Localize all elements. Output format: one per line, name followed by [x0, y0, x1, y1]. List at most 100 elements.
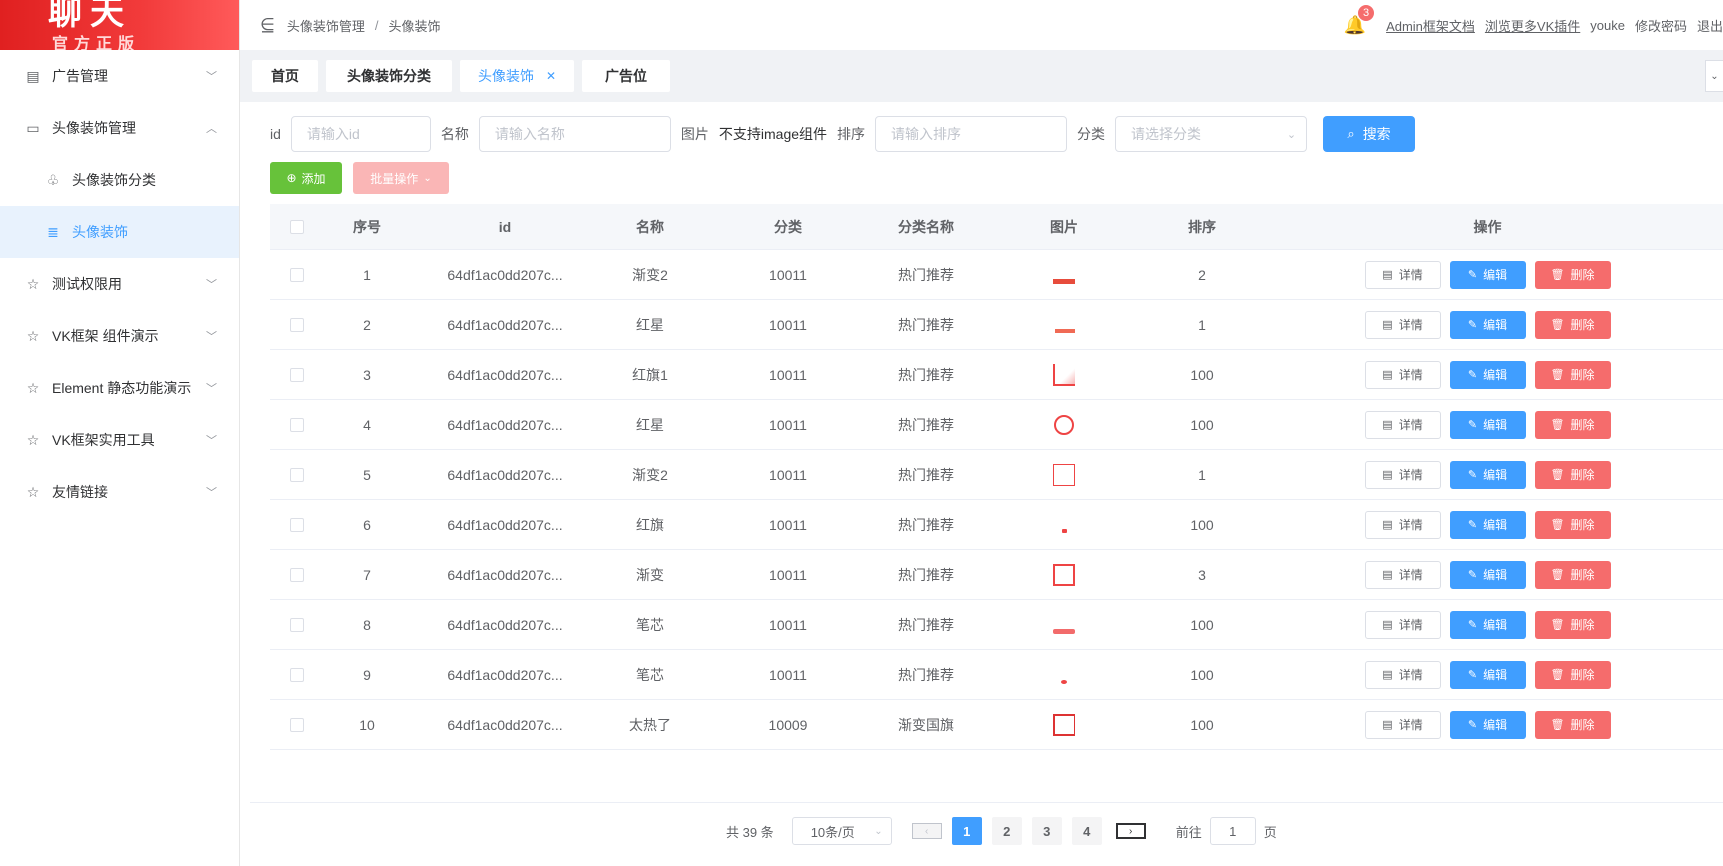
category-select[interactable]: 请选择分类 ⌄ [1115, 116, 1308, 152]
detail-button[interactable]: ▤ 详情 [1364, 260, 1441, 289]
delete-button[interactable]: 🗑 删除 [1534, 460, 1611, 489]
select-all-checkbox[interactable] [290, 219, 304, 234]
sidebar-item[interactable]: ☆ Element 静态功能演示 ﹀ [0, 362, 239, 414]
edit-label: 编辑 [1483, 268, 1508, 282]
edit-button[interactable]: ✎ 编辑 [1449, 710, 1526, 739]
row-checkbox[interactable] [290, 617, 304, 632]
logo[interactable]: 聊天 官方正版 [0, 0, 239, 50]
page-button[interactable]: 3 [1031, 817, 1062, 845]
detail-button[interactable]: ▤ 详情 [1364, 310, 1441, 339]
decoration-thumbnail[interactable] [1053, 414, 1075, 436]
decoration-thumbnail[interactable] [1053, 664, 1075, 686]
decoration-thumbnail[interactable] [1053, 363, 1075, 386]
page-button[interactable]: 1 [951, 817, 982, 845]
column-header: id [498, 218, 512, 235]
tab-ad-slot[interactable]: 广告位 [582, 60, 670, 92]
batch-actions-button[interactable]: 批量操作 ⌄ [353, 162, 449, 194]
decoration-thumbnail[interactable] [1053, 463, 1075, 486]
decoration-thumbnail[interactable] [1053, 264, 1075, 286]
decoration-thumbnail[interactable] [1053, 614, 1075, 636]
delete-button[interactable]: 🗑 删除 [1534, 560, 1611, 589]
sort-input[interactable]: 请输入排序 [875, 116, 1068, 152]
logout-link[interactable]: 退出 [1697, 16, 1723, 35]
edit-button[interactable]: ✎ 编辑 [1449, 410, 1526, 439]
sidebar-item[interactable]: ☆ VK框架实用工具 ﹀ [0, 414, 239, 466]
tab-decoration[interactable]: 头像装饰 ✕ [460, 60, 574, 92]
row-checkbox[interactable] [290, 367, 304, 382]
menu-fold-icon[interactable]: ⋸ [260, 15, 275, 35]
detail-button[interactable]: ▤ 详情 [1364, 510, 1441, 539]
delete-button[interactable]: 🗑 删除 [1534, 610, 1611, 639]
sidebar-item[interactable]: ▭ 头像装饰管理 ︿ [0, 102, 239, 154]
cell-category: 10011 [769, 466, 807, 483]
delete-button[interactable]: 🗑 删除 [1534, 410, 1611, 439]
prev-page-button[interactable]: ‹ [911, 823, 942, 839]
row-checkbox[interactable] [290, 317, 304, 332]
detail-button[interactable]: ▤ 详情 [1364, 610, 1441, 639]
page-button[interactable]: 4 [1071, 817, 1102, 845]
username[interactable]: youke [1590, 18, 1625, 33]
star-icon: ☆ [26, 327, 40, 344]
row-checkbox[interactable] [290, 467, 304, 482]
delete-button[interactable]: 🗑 删除 [1534, 310, 1611, 339]
decoration-thumbnail[interactable] [1053, 314, 1075, 336]
row-checkbox[interactable] [290, 417, 304, 432]
delete-button[interactable]: 🗑 删除 [1534, 510, 1611, 539]
sidebar-item[interactable]: ☆ 友情链接 ﹀ [0, 466, 239, 518]
row-checkbox[interactable] [290, 667, 304, 682]
delete-button[interactable]: 🗑 删除 [1534, 660, 1611, 689]
tab-decoration-category[interactable]: 头像装饰分类 [326, 60, 452, 92]
admin-docs-link[interactable]: Admin框架文档 [1386, 16, 1475, 35]
delete-button[interactable]: 🗑 删除 [1534, 710, 1611, 739]
bell-icon[interactable]: 🔔 3 [1344, 4, 1375, 36]
id-input[interactable]: 请输入id [290, 116, 431, 152]
sidebar-item[interactable]: ≣ 头像装饰 [0, 206, 239, 258]
delete-label: 删除 [1570, 418, 1595, 432]
row-select-cell [270, 367, 324, 382]
detail-button[interactable]: ▤ 详情 [1364, 360, 1441, 389]
edit-button[interactable]: ✎ 编辑 [1449, 460, 1526, 489]
change-password-link[interactable]: 修改密码 [1635, 16, 1687, 35]
cell-category-name: 热门推荐 [898, 366, 954, 383]
page-size-select[interactable]: 10条/页 ⌄ [791, 817, 892, 845]
row-checkbox[interactable] [290, 267, 304, 282]
edit-button[interactable]: ✎ 编辑 [1449, 260, 1526, 289]
document-icon: ▤ [1382, 319, 1393, 331]
detail-button[interactable]: ▤ 详情 [1364, 660, 1441, 689]
next-page-button[interactable]: › [1115, 823, 1146, 839]
edit-button[interactable]: ✎ 编辑 [1449, 360, 1526, 389]
delete-button[interactable]: 🗑 删除 [1534, 260, 1611, 289]
delete-button[interactable]: 🗑 删除 [1534, 360, 1611, 389]
breadcrumb-item[interactable]: 头像装饰管理 [287, 16, 365, 35]
row-checkbox[interactable] [290, 517, 304, 532]
edit-button[interactable]: ✎ 编辑 [1449, 660, 1526, 689]
detail-button[interactable]: ▤ 详情 [1364, 710, 1441, 739]
sidebar-item[interactable]: ☆ 测试权限用 ﹀ [0, 258, 239, 310]
sidebar-item[interactable]: ▤ 广告管理 ﹀ [0, 50, 239, 102]
cell-actions: ▤ 详情 ✎ 编辑 🗑 删除 [1252, 510, 1723, 539]
sidebar-item[interactable]: ☆ VK框架 组件演示 ﹀ [0, 310, 239, 362]
name-input[interactable]: 请输入名称 [478, 116, 671, 152]
cell-actions: ▤ 详情 ✎ 编辑 🗑 删除 [1252, 710, 1723, 739]
edit-button[interactable]: ✎ 编辑 [1449, 610, 1526, 639]
sidebar-item[interactable]: ♧ 头像装饰分类 [0, 154, 239, 206]
decoration-thumbnail[interactable] [1053, 713, 1075, 736]
decoration-thumbnail[interactable] [1053, 563, 1075, 586]
more-plugins-link[interactable]: 浏览更多VK插件 [1485, 16, 1580, 35]
decoration-thumbnail[interactable] [1053, 514, 1075, 536]
tab-home[interactable]: 首页 [252, 60, 318, 92]
close-icon[interactable]: ✕ [546, 69, 556, 83]
detail-button[interactable]: ▤ 详情 [1364, 410, 1441, 439]
add-button[interactable]: ⊕ 添加 [270, 162, 342, 194]
page-button[interactable]: 2 [991, 817, 1022, 845]
row-checkbox[interactable] [290, 717, 304, 732]
detail-button[interactable]: ▤ 详情 [1364, 560, 1441, 589]
edit-button[interactable]: ✎ 编辑 [1449, 560, 1526, 589]
edit-button[interactable]: ✎ 编辑 [1449, 310, 1526, 339]
detail-button[interactable]: ▤ 详情 [1364, 460, 1441, 489]
edit-button[interactable]: ✎ 编辑 [1449, 510, 1526, 539]
goto-page-input[interactable]: 1 [1209, 817, 1256, 845]
search-button[interactable]: ⌕ 搜索 [1323, 116, 1416, 152]
chevron-down-icon[interactable]: ⌄ [1705, 60, 1723, 92]
row-checkbox[interactable] [290, 567, 304, 582]
